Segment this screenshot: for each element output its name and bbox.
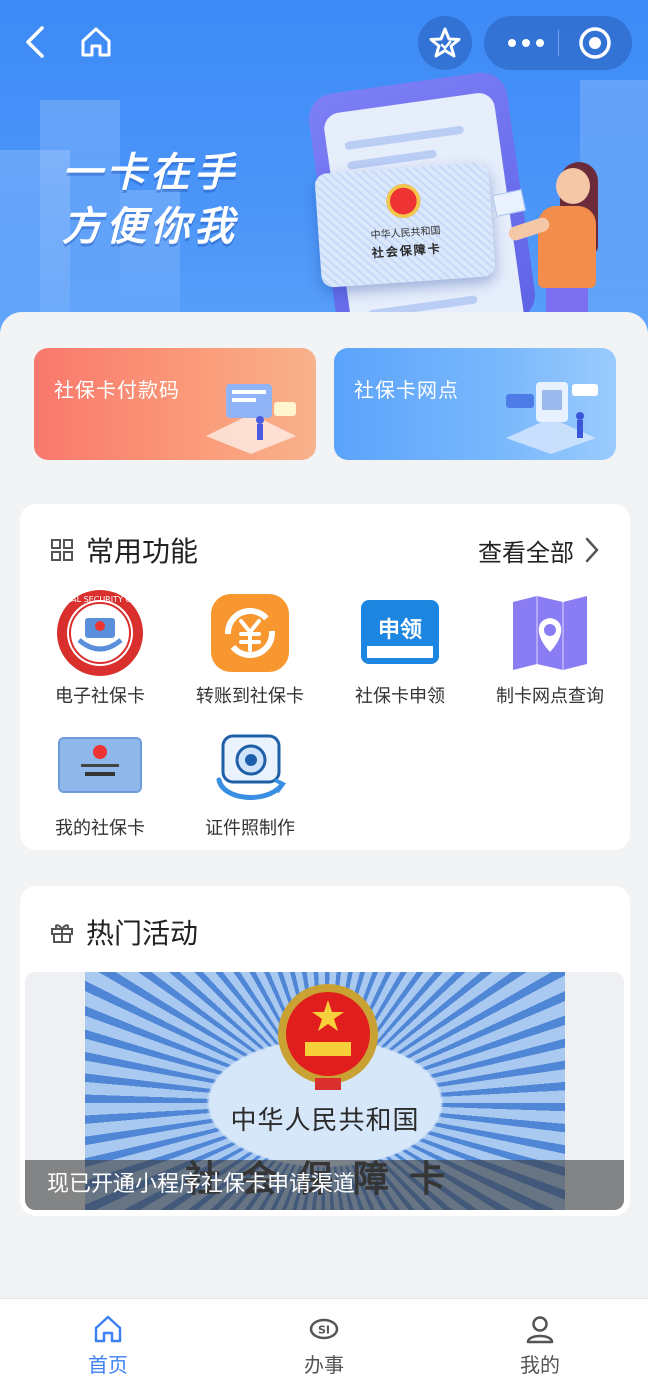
service-outlet-label: 社保卡网点 — [354, 378, 459, 402]
tab-services[interactable]: SI 办事 — [216, 1299, 432, 1390]
card-icon — [58, 737, 142, 793]
tab-home[interactable]: 首页 — [0, 1299, 216, 1390]
back-button[interactable] — [22, 24, 52, 60]
bottom-tab-bar: 首页 SI 办事 我的 — [0, 1298, 648, 1390]
payment-code-card[interactable]: 社保卡付款码 — [34, 348, 316, 460]
function-item-e-card[interactable]: SOCIAL SECURITY CARD 电子社保卡 — [25, 588, 175, 708]
home-icon — [81, 27, 111, 57]
hero-social-card: 中华人民共和国 社会保障卡 — [314, 162, 496, 288]
tab-label: 我的 — [520, 1353, 560, 1377]
payment-code-label: 社保卡付款码 — [54, 378, 180, 402]
function-label: 社保卡申领 — [355, 686, 445, 707]
hero-banner: 一卡在手 方便你我 中华人民共和国 社会保障卡 — [0, 0, 648, 340]
woman-head — [556, 168, 590, 204]
outlet-illustration-icon — [506, 382, 598, 454]
activity-caption: 现已开通小程序社保卡申请渠道 — [25, 1160, 624, 1210]
function-item-my-card[interactable]: 我的社保卡 — [25, 720, 175, 840]
svg-text:SI: SI — [318, 1324, 330, 1337]
function-item-id-photo[interactable]: 证件照制作 — [175, 720, 325, 840]
payment-illustration-icon — [206, 384, 296, 454]
common-functions-header: 常用功能 — [50, 532, 198, 568]
hot-activities-card: 热门活动 中华人民共和国 社会保障卡 现已开通小程序社保卡申请渠道 — [20, 886, 630, 1216]
chevron-left-icon — [26, 26, 44, 58]
miniprogram-capsule — [484, 16, 632, 70]
camera-icon — [216, 734, 287, 800]
tab-label: 首页 — [88, 1353, 128, 1377]
more-dots-icon[interactable] — [504, 30, 548, 56]
home-button[interactable] — [78, 24, 114, 60]
see-all-label: 查看全部 — [478, 538, 574, 567]
target-circle-icon[interactable] — [578, 26, 612, 60]
gift-icon — [51, 924, 73, 943]
yuan-transfer-icon — [211, 594, 289, 672]
section-title: 常用功能 — [86, 535, 199, 568]
function-label: 制卡网点查询 — [496, 686, 604, 707]
see-all-link[interactable]: 查看全部 — [478, 532, 600, 568]
apply-icon-text: 申领 — [377, 618, 422, 643]
service-outlet-card[interactable]: 社保卡网点 — [334, 348, 616, 460]
hero-slogan-line2: 方便你我 — [62, 204, 238, 250]
common-functions-card: 常用功能 查看全部 SOCIAL SECURITY CARD 电子社保卡 转账到… — [20, 504, 630, 850]
si-logo-icon: SI — [309, 1318, 339, 1340]
national-emblem-icon — [278, 984, 378, 1090]
activity-banner[interactable]: 中华人民共和国 社会保障卡 现已开通小程序社保卡申请渠道 — [25, 972, 624, 1210]
banner-card-country: 中华人民共和国 — [230, 1106, 420, 1136]
user-icon — [526, 1316, 554, 1344]
hero-slogan: 一卡在手 方便你我 — [62, 146, 238, 254]
function-label: 转账到社保卡 — [196, 686, 304, 707]
function-label: 证件照制作 — [205, 818, 295, 839]
function-item-transfer[interactable]: 转账到社保卡 — [175, 588, 325, 708]
function-item-outlet-query[interactable]: 制卡网点查询 — [475, 588, 625, 708]
chevron-right-icon — [585, 537, 599, 563]
grid-icon — [51, 539, 73, 561]
function-label: 我的社保卡 — [55, 818, 145, 839]
section-title: 热门活动 — [86, 917, 199, 950]
tab-mine[interactable]: 我的 — [432, 1299, 648, 1390]
home-icon — [94, 1315, 122, 1343]
national-emblem-icon — [385, 182, 422, 220]
function-label: 电子社保卡 — [55, 686, 145, 707]
social-security-badge-icon: SOCIAL SECURITY CARD — [52, 590, 148, 676]
capsule-divider — [558, 30, 559, 56]
hot-activities-header: 热门活动 — [50, 914, 198, 950]
map-pin-icon — [513, 596, 587, 670]
hero-slogan-line1: 一卡在手 — [62, 150, 238, 196]
star-icon — [429, 27, 461, 58]
function-item-apply[interactable]: 申领 社保卡申领 — [325, 588, 475, 708]
favorite-button[interactable] — [418, 16, 472, 70]
tab-label: 办事 — [304, 1353, 344, 1377]
svg-text:SOCIAL SECURITY CARD: SOCIAL SECURITY CARD — [55, 595, 145, 604]
